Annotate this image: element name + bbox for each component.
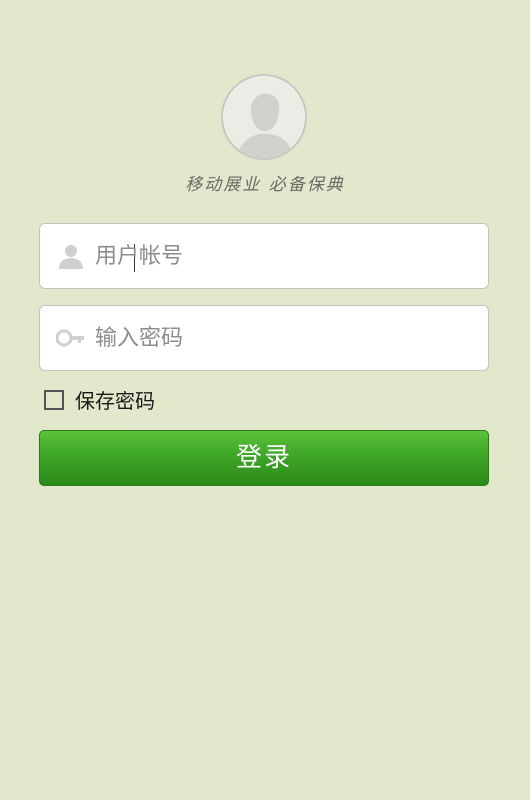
user-avatar [221, 74, 307, 160]
key-icon [56, 329, 84, 347]
login-button[interactable]: 登录 [39, 430, 489, 486]
password-field[interactable] [39, 305, 489, 371]
save-password-label[interactable]: 保存密码 [75, 389, 155, 413]
slogan: 移动展业 必备保典 [185, 175, 345, 195]
username-input[interactable] [95, 236, 475, 276]
person-icon [59, 245, 83, 269]
save-password-checkbox[interactable] [44, 390, 64, 410]
username-field[interactable] [39, 223, 489, 289]
default-user-avatar-icon [224, 77, 304, 158]
password-input[interactable] [95, 318, 475, 358]
